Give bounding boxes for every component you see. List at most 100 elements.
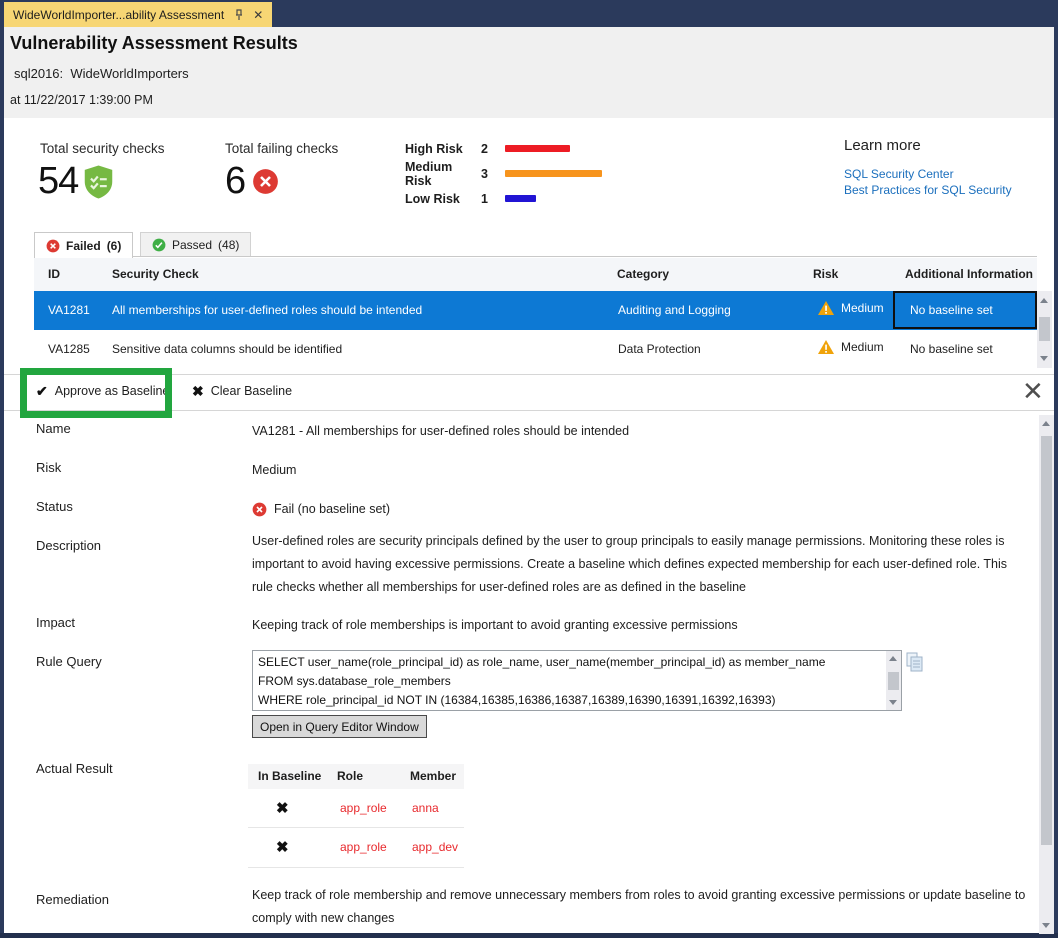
window-border-bottom [0, 933, 1058, 938]
learn-more-title: Learn more [844, 137, 921, 154]
remediation-label: Remediation [36, 892, 109, 907]
query-scrollbar[interactable] [886, 651, 901, 710]
actual-result-header: In Baseline Role Member [248, 764, 464, 789]
high-risk-label: High Risk [405, 142, 481, 156]
approve-as-baseline-button[interactable]: ✔ Approve as Baseline [36, 384, 169, 398]
document-tab[interactable]: WideWorldImporter...ability Assessment ✕ [4, 2, 272, 27]
risk-legend: High Risk 2 Medium Risk 3 Low Risk 1 [405, 136, 602, 211]
description-label: Description [36, 538, 101, 553]
details-close-icon[interactable]: ✕ [1022, 378, 1044, 404]
link-best-practices[interactable]: Best Practices for SQL Security [844, 182, 1012, 199]
passed-tab-count: (48) [218, 238, 239, 252]
impact-value: Keeping track of role memberships is imp… [252, 614, 1027, 637]
query-scrollbar-thumb[interactable] [888, 672, 899, 690]
col-role: Role [337, 769, 363, 783]
not-in-baseline-icon: ✖ [276, 799, 289, 817]
passed-tab-label: Passed [172, 238, 212, 252]
rule-query-textbox[interactable]: SELECT user_name(role_principal_id) as r… [252, 650, 902, 711]
details-scroll-up-icon[interactable] [1042, 421, 1050, 426]
failed-tab-label: Failed [66, 239, 101, 253]
check-icon: ✔ [36, 384, 48, 398]
tab-failed[interactable]: Failed (6) [34, 232, 133, 258]
risk-text: Medium [841, 301, 884, 315]
window-border-right [1054, 27, 1058, 938]
warning-triangle-icon [818, 340, 834, 354]
clear-baseline-button[interactable]: ✖ Clear Baseline [192, 384, 292, 398]
tab-passed[interactable]: Passed (48) [140, 232, 251, 257]
passed-tab-icon [152, 238, 166, 252]
cell-risk: Medium [818, 301, 884, 315]
rule-query-label: Rule Query [36, 654, 102, 669]
results-grid-header: ID Security Check Category Risk Addition… [34, 258, 1037, 292]
cell-check: All memberships for user-defined roles s… [112, 303, 422, 317]
status-value: Fail (no baseline set) [274, 498, 390, 521]
toolbar-top-line [4, 374, 1054, 375]
grid-scroll-down-icon[interactable] [1040, 356, 1048, 361]
cell-risk: Medium [818, 340, 884, 354]
scan-timestamp: at 11/22/2017 1:39:00 PM [10, 93, 153, 107]
impact-label: Impact [36, 615, 75, 630]
warning-triangle-icon [818, 301, 834, 315]
not-in-baseline-icon: ✖ [276, 838, 289, 856]
toolbar-bottom-line [4, 410, 1054, 411]
shield-checklist-icon [82, 164, 115, 200]
tabstrip-line [34, 256, 1037, 257]
cell-category: Auditing and Logging [618, 303, 731, 317]
document-tab-title: WideWorldImporter...ability Assessment [13, 8, 224, 22]
failed-tab-count: (6) [107, 239, 122, 253]
col-in-baseline: In Baseline [258, 769, 321, 783]
server-database-line: sql2016: WideWorldImporters [14, 66, 189, 81]
col-category: Category [617, 267, 669, 281]
link-sql-security-center[interactable]: SQL Security Center [844, 166, 954, 183]
table-row-va1281[interactable]: VA1281 All memberships for user-defined … [34, 291, 1037, 330]
actual-result-separator [248, 867, 464, 868]
status-label: Status [36, 499, 73, 514]
name-label: Name [36, 421, 71, 436]
open-in-query-editor-button[interactable]: Open in Query Editor Window [252, 715, 427, 738]
table-row-va1285[interactable]: VA1285 Sensitive data columns should be … [34, 330, 1037, 369]
cell-check: Sensitive data columns should be identif… [112, 342, 342, 356]
cell-id: VA1281 [48, 303, 90, 317]
fail-circle-icon [252, 168, 279, 195]
status-fail-icon [252, 502, 267, 517]
details-scrollbar-thumb[interactable] [1041, 436, 1052, 845]
x-icon: ✖ [192, 384, 204, 398]
risk-legend-row-medium: Medium Risk 3 [405, 161, 602, 186]
risk-legend-row-low: Low Risk 1 [405, 186, 602, 211]
col-additional-info: Additional Information [905, 267, 1033, 281]
query-scroll-up-icon[interactable] [889, 656, 897, 661]
medium-risk-label: Medium Risk [405, 160, 481, 188]
copy-query-icon[interactable] [906, 652, 923, 672]
member-value: anna [412, 801, 439, 815]
total-checks-value: 54 [38, 160, 78, 203]
pin-icon[interactable] [233, 9, 244, 21]
grid-scrollbar[interactable] [1037, 291, 1052, 368]
server-name: sql2016: [14, 66, 63, 81]
database-name: WideWorldImporters [70, 66, 188, 81]
tab-close-icon[interactable]: ✕ [253, 9, 263, 21]
col-id: ID [48, 267, 60, 281]
risk-value: Medium [252, 459, 296, 482]
grid-scrollbar-thumb[interactable] [1039, 317, 1050, 341]
details-scrollbar[interactable] [1039, 415, 1054, 934]
total-checks-label: Total security checks [40, 141, 165, 156]
failing-checks-label: Total failing checks [225, 141, 338, 156]
actual-result-row-1: ✖ app_role anna [248, 789, 464, 827]
risk-label: Risk [36, 460, 61, 475]
high-risk-count: 2 [481, 142, 505, 156]
failed-tab-icon [46, 239, 60, 253]
query-scroll-down-icon[interactable] [889, 700, 897, 705]
remediation-value: Keep track of role membership and remove… [252, 884, 1027, 930]
details-scroll-down-icon[interactable] [1042, 923, 1050, 928]
low-risk-bar [505, 195, 536, 202]
medium-risk-bar [505, 170, 602, 177]
cell-category: Data Protection [618, 342, 701, 356]
page-title: Vulnerability Assessment Results [10, 33, 298, 54]
low-risk-label: Low Risk [405, 192, 481, 206]
high-risk-bar [505, 145, 570, 152]
grid-scroll-up-icon[interactable] [1040, 298, 1048, 303]
status-value-row: Fail (no baseline set) [252, 498, 390, 521]
risk-legend-row-high: High Risk 2 [405, 136, 602, 161]
failing-checks-value: 6 [225, 160, 245, 203]
risk-text: Medium [841, 340, 884, 354]
